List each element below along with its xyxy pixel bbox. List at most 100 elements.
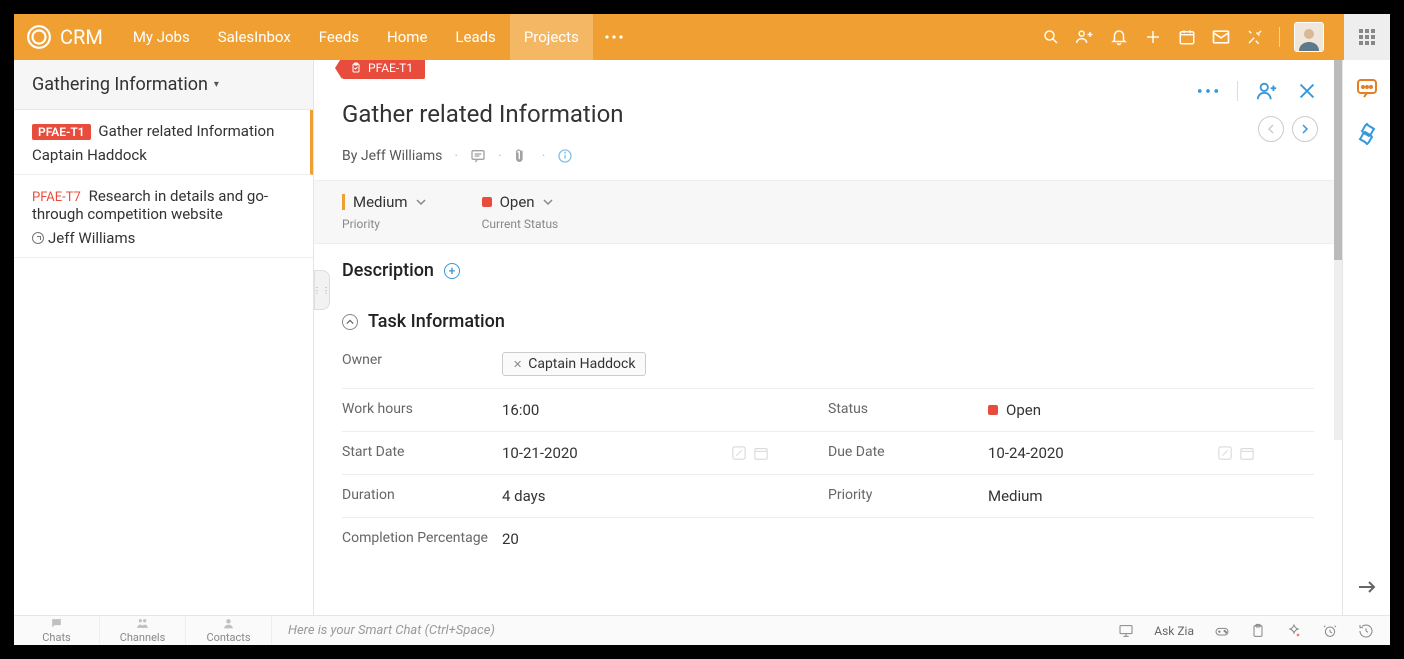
collapse-section[interactable] <box>342 314 358 330</box>
attachment-icon[interactable] <box>514 148 530 164</box>
more-actions-icon[interactable] <box>1197 80 1219 102</box>
task-list-filter[interactable]: Gathering Information ▾ <box>14 60 313 110</box>
clear-date-icon[interactable] <box>1218 446 1232 460</box>
panel-resize-handle[interactable]: ⋮⋮ <box>314 270 330 310</box>
nav-item-home[interactable]: Home <box>373 14 441 60</box>
task-list-filter-label: Gathering Information <box>32 74 208 95</box>
status-field-label: Status <box>828 401 988 419</box>
channels-icon <box>136 617 149 630</box>
close-icon[interactable] <box>1296 80 1318 102</box>
nav-right <box>1041 14 1378 60</box>
detail-scroll[interactable]: PFAE-T1 Gather related Information By Je… <box>314 60 1342 615</box>
calendar-icon[interactable] <box>1177 27 1197 47</box>
detail-header: PFAE-T1 Gather related Information By Je… <box>314 60 1342 180</box>
detail-byline: By Jeff Williams · · · <box>342 148 1314 164</box>
clipboard-mini-icon[interactable] <box>1250 623 1266 639</box>
task-tag: PFAE-T7 <box>32 190 81 205</box>
field-priority[interactable]: Priority Medium <box>828 475 1314 518</box>
task-list-panel: Gathering Information ▾ PFAE-T1 Gather r… <box>14 60 314 615</box>
add-description[interactable]: + <box>444 263 460 279</box>
add-icon[interactable] <box>1143 27 1163 47</box>
assignee-name: Jeff Williams <box>48 229 135 247</box>
task-info-heading: Task Information <box>368 311 505 332</box>
screen-share-icon[interactable] <box>1118 623 1134 639</box>
field-start-date[interactable]: Start Date 10-21-2020 <box>342 432 828 475</box>
priority-field-label: Priority <box>828 487 988 505</box>
invite-users-icon[interactable] <box>1075 27 1095 47</box>
mail-icon[interactable] <box>1211 27 1231 47</box>
next-record[interactable] <box>1292 116 1318 142</box>
workspace: Gathering Information ▾ PFAE-T1 Gather r… <box>14 60 1390 615</box>
nav-more[interactable] <box>593 14 635 60</box>
assign-user-icon[interactable] <box>1256 80 1278 102</box>
user-avatar[interactable] <box>1294 22 1324 52</box>
notifications-icon[interactable] <box>1109 27 1129 47</box>
alarm-icon[interactable] <box>1322 623 1338 639</box>
clear-date-icon[interactable] <box>732 446 746 460</box>
comment-icon[interactable] <box>470 148 486 164</box>
chats-label: Chats <box>42 631 70 644</box>
gamepad-icon[interactable] <box>1214 623 1230 639</box>
detail-actions <box>1197 80 1318 102</box>
priority-selector[interactable]: Medium Priority <box>342 193 426 231</box>
scrollbar[interactable] <box>1334 60 1342 440</box>
sparkle-icon[interactable] <box>1286 623 1302 639</box>
brand-logo[interactable]: CRM <box>26 24 103 50</box>
task-list-item[interactable]: PFAE-T7 Research in details and go-throu… <box>14 175 313 258</box>
bottom-tab-chats[interactable]: Chats <box>14 616 100 645</box>
bottom-tab-contacts[interactable]: Contacts <box>186 616 272 645</box>
more-icon <box>605 35 623 39</box>
record-nav <box>1258 116 1318 142</box>
nav-item-my-jobs[interactable]: My Jobs <box>119 14 204 60</box>
nav-item-feeds[interactable]: Feeds <box>305 14 373 60</box>
nav-item-projects[interactable]: Projects <box>510 14 593 60</box>
bottom-tab-channels[interactable]: Channels <box>100 616 186 645</box>
brand-text: CRM <box>60 25 103 49</box>
owner-value: Captain Haddock <box>528 356 635 372</box>
calendar-picker-icon[interactable] <box>1240 446 1254 460</box>
zia-panel-icon[interactable] <box>1355 122 1379 146</box>
chevron-down-icon <box>543 197 553 207</box>
smart-chat-hint[interactable]: Here is your Smart Chat (Ctrl+Space) <box>272 623 1102 638</box>
field-work-hours[interactable]: Work hours 16:00 <box>342 389 828 432</box>
priority-indicator <box>342 194 345 210</box>
field-completion[interactable]: Completion Percentage 20 <box>342 518 1314 560</box>
grid-icon <box>1359 29 1375 45</box>
by-name: Jeff Williams <box>361 148 443 164</box>
tools-icon[interactable] <box>1245 27 1265 47</box>
status-indicator <box>482 197 492 207</box>
search-icon[interactable] <box>1041 27 1061 47</box>
status-label: Current Status <box>482 217 559 231</box>
channels-label: Channels <box>120 631 166 644</box>
contacts-icon <box>222 617 235 630</box>
status-indicator <box>988 405 998 415</box>
task-list-item[interactable]: PFAE-T1 Gather related Information Capta… <box>14 110 313 175</box>
status-selector[interactable]: Open Current Status <box>482 193 559 231</box>
nav-item-salesinbox[interactable]: SalesInbox <box>204 14 305 60</box>
detail-task-tag-text: PFAE-T1 <box>368 61 413 75</box>
history-icon[interactable] <box>1358 623 1374 639</box>
nav-item-leads[interactable]: Leads <box>441 14 509 60</box>
chat-panel-icon[interactable] <box>1355 76 1379 100</box>
remove-owner-icon[interactable]: ✕ <box>513 358 522 371</box>
field-status[interactable]: Status Open <box>828 389 1314 432</box>
start-date-value: 10-21-2020 <box>502 444 578 462</box>
work-hours-value: 16:00 <box>502 401 828 419</box>
task-title: Gather related Information <box>98 122 274 140</box>
ask-zia-link[interactable]: Ask Zia <box>1154 624 1194 638</box>
field-owner[interactable]: Owner ✕Captain Haddock <box>342 340 1314 389</box>
task-assignee: Jeff Williams <box>32 229 295 247</box>
top-nav: CRM My Jobs SalesInbox Feeds Home Leads … <box>14 14 1390 60</box>
app-switcher[interactable] <box>1344 14 1390 60</box>
field-due-date[interactable]: Due Date 10-24-2020 <box>828 432 1314 475</box>
prev-record[interactable] <box>1258 116 1284 142</box>
expand-panel-icon[interactable] <box>1355 575 1379 599</box>
clipboard-icon <box>350 62 362 74</box>
scrollbar-thumb[interactable] <box>1334 60 1342 260</box>
separator <box>1237 81 1238 101</box>
info-icon[interactable] <box>557 148 573 164</box>
nav-separator <box>1279 27 1280 47</box>
owner-chip[interactable]: ✕ Captain Haddock <box>502 352 646 376</box>
field-duration[interactable]: Duration 4 days <box>342 475 828 518</box>
calendar-picker-icon[interactable] <box>754 446 768 460</box>
